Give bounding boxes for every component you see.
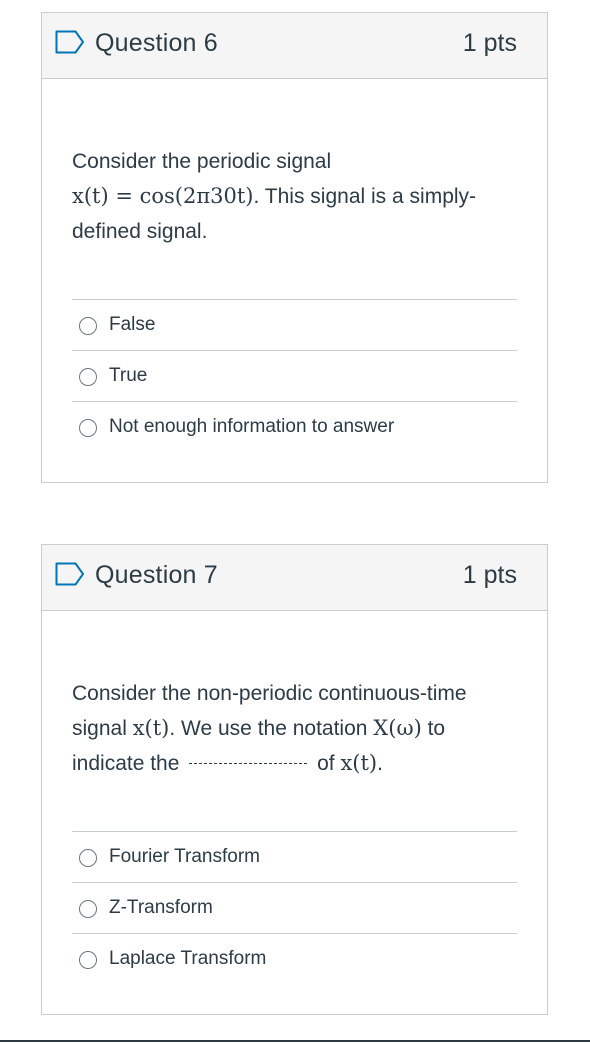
bottom-divider <box>0 1040 590 1042</box>
question-header: Question 7 1 pts <box>42 545 547 611</box>
prompt-text: to <box>421 717 446 740</box>
prompt-line: signal x(t). We use the notation X(ω) to <box>72 711 517 746</box>
prompt-text: indicate the <box>72 752 186 775</box>
answer-list: False True Not enough information to ans… <box>72 299 517 453</box>
question-points: 1 pts <box>462 561 517 589</box>
radio-icon[interactable] <box>79 368 97 386</box>
flag-icon[interactable] <box>55 30 85 54</box>
prompt-text: signal <box>72 717 133 740</box>
answer-label: Laplace Transform <box>109 948 267 969</box>
question-prompt: Consider the non-periodic continuous-tim… <box>72 676 517 781</box>
answer-option[interactable]: True <box>72 351 517 402</box>
math-expression: x(t) = cos(2π30t) <box>72 184 254 208</box>
answer-label: Fourier Transform <box>109 846 260 867</box>
radio-icon[interactable] <box>79 900 97 918</box>
answer-option[interactable]: Laplace Transform <box>72 934 517 985</box>
question-prompt: Consider the periodic signal x(t) = cos(… <box>72 144 517 249</box>
prompt-line: Consider the non-periodic continuous-tim… <box>72 676 517 711</box>
prompt-text: Consider the non-periodic continuous-tim… <box>72 682 467 705</box>
prompt-text: Consider the periodic signal <box>72 150 332 173</box>
question-6-card: Question 6 1 pts Consider the periodic s… <box>41 12 548 483</box>
prompt-line: defined signal. <box>72 214 517 249</box>
prompt-text: . This signal is a simply- <box>253 185 477 208</box>
prompt-text: . <box>377 752 383 775</box>
prompt-line: indicate the of x(t). <box>72 746 517 781</box>
question-7-card: Question 7 1 pts Consider the non-period… <box>41 544 548 1015</box>
prompt-text: . We use the notation <box>169 717 374 740</box>
flag-icon[interactable] <box>55 562 85 586</box>
math-expression: X(ω) <box>373 716 422 740</box>
question-points: 1 pts <box>462 29 517 57</box>
answer-label: False <box>109 314 156 335</box>
math-expression: x(t) <box>132 716 170 740</box>
radio-icon[interactable] <box>79 419 97 437</box>
question-title: Question 7 <box>95 561 218 589</box>
fill-in-blank <box>189 763 308 764</box>
math-expression: x(t) <box>340 751 378 775</box>
answer-label: Not enough information to answer <box>109 416 395 437</box>
question-title: Question 6 <box>95 29 218 57</box>
answer-label: True <box>109 365 148 386</box>
prompt-text: of <box>311 752 341 775</box>
prompt-text: defined signal. <box>72 220 208 243</box>
radio-icon[interactable] <box>79 317 97 335</box>
answer-label: Z-Transform <box>109 897 213 918</box>
radio-icon[interactable] <box>79 951 97 969</box>
radio-icon[interactable] <box>79 849 97 867</box>
question-header: Question 6 1 pts <box>42 13 547 79</box>
answer-option[interactable]: Not enough information to answer <box>72 402 517 453</box>
prompt-line: x(t) = cos(2π30t). This signal is a simp… <box>72 179 517 214</box>
answer-option[interactable]: Fourier Transform <box>72 832 517 883</box>
answer-option[interactable]: False <box>72 300 517 351</box>
answer-option[interactable]: Z-Transform <box>72 883 517 934</box>
answer-list: Fourier Transform Z-Transform Laplace Tr… <box>72 831 517 985</box>
prompt-line: Consider the periodic signal <box>72 144 517 179</box>
